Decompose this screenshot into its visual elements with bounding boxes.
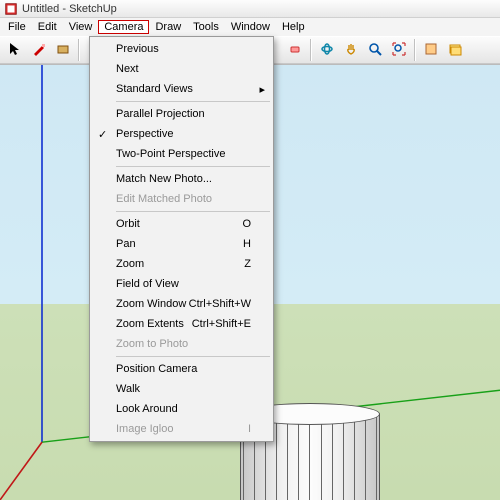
menu-item-label: Position Camera [116, 363, 197, 375]
menu-item-position-camera[interactable]: Position Camera [92, 359, 271, 379]
shortcut: Z [244, 258, 251, 270]
shortcut: I [248, 423, 251, 435]
camera-menu-dropdown: Previous Next Standard Views ▸ Parallel Proj… [89, 36, 274, 442]
pan-icon [344, 42, 358, 59]
titlebar: Untitled - SketchUp [0, 0, 500, 18]
menu-item-label: Zoom [116, 258, 144, 270]
menu-item-label: Pan [116, 238, 136, 250]
app-icon [4, 2, 18, 16]
menu-draw[interactable]: Draw [149, 20, 187, 34]
eraser-icon [288, 42, 302, 59]
window-title: Untitled - SketchUp [22, 3, 117, 15]
model-info-button[interactable] [420, 39, 442, 61]
menu-item-match-new-photo-[interactable]: Match New Photo... [92, 169, 271, 189]
pencil-button[interactable] [28, 39, 50, 61]
menu-item-label: Image Igloo [116, 423, 173, 435]
shortcut: H [243, 238, 251, 250]
menu-item-zoom-window[interactable]: Zoom WindowCtrl+Shift+W [92, 294, 271, 314]
menu-item-label: Previous [116, 43, 159, 55]
menu-item-parallel-projection[interactable]: Parallel Projection [92, 104, 271, 124]
menu-item-label: Standard Views [116, 83, 193, 95]
menu-item-label: Parallel Projection [116, 108, 205, 120]
menu-item-label: Look Around [116, 403, 178, 415]
menu-tools[interactable]: Tools [187, 20, 225, 34]
model-info-icon [424, 42, 438, 59]
menu-item-standard-views[interactable]: Standard Views ▸ [92, 79, 271, 99]
menubar: FileEditViewCameraDrawToolsWindowHelp [0, 18, 500, 36]
menu-item-label: Two-Point Perspective [116, 148, 225, 160]
cursor-button[interactable] [4, 39, 26, 61]
rect-icon [56, 42, 70, 59]
pan-button[interactable] [340, 39, 362, 61]
rect-button[interactable] [52, 39, 74, 61]
menu-camera[interactable]: Camera [98, 20, 149, 34]
menu-edit[interactable]: Edit [32, 20, 63, 34]
menu-item-label: Zoom Window [116, 298, 186, 310]
menu-item-zoom-to-photo: Zoom to Photo [92, 334, 271, 354]
shortcut: Ctrl+Shift+W [189, 298, 251, 310]
layers-button[interactable] [444, 39, 466, 61]
zoom-icon [368, 42, 382, 59]
menu-item-label: Orbit [116, 218, 140, 230]
check-icon: ✓ [98, 128, 107, 141]
menu-item-label: Match New Photo... [116, 173, 212, 185]
orbit-icon [320, 42, 334, 59]
menu-item-zoom[interactable]: Zoom Z [92, 254, 271, 274]
eraser-button[interactable] [284, 39, 306, 61]
zoom-button[interactable] [364, 39, 386, 61]
menu-item-label: Zoom Extents [116, 318, 184, 330]
menu-help[interactable]: Help [276, 20, 311, 34]
layers-icon [448, 42, 462, 59]
menu-item-label: Field of View [116, 278, 179, 290]
menu-item-look-around[interactable]: Look Around [92, 399, 271, 419]
menu-window[interactable]: Window [225, 20, 276, 34]
shortcut: Ctrl+Shift+E [192, 318, 251, 330]
menu-file[interactable]: File [2, 20, 32, 34]
shortcut: O [242, 218, 251, 230]
menu-item-edit-matched-photo: Edit Matched Photo [92, 189, 271, 209]
menu-item-field-of-view[interactable]: Field of View [92, 274, 271, 294]
menu-item-label: Walk [116, 383, 140, 395]
menu-item-label: Perspective [116, 128, 173, 140]
pencil-icon [32, 42, 46, 59]
zoom-extents-icon [392, 42, 406, 59]
submenu-arrow-icon: ▸ [259, 83, 265, 96]
menu-item-label: Edit Matched Photo [116, 193, 212, 205]
menu-item-label: Zoom to Photo [116, 338, 188, 350]
menu-item-two-point-perspective[interactable]: Two-Point Perspective [92, 144, 271, 164]
orbit-button[interactable] [316, 39, 338, 61]
menu-item-pan[interactable]: Pan H [92, 234, 271, 254]
menu-item-image-igloo: Image Igloo I [92, 419, 271, 439]
menu-item-next[interactable]: Next [92, 59, 271, 79]
menu-item-zoom-extents[interactable]: Zoom Extents Ctrl+Shift+E [92, 314, 271, 334]
menu-view[interactable]: View [63, 20, 99, 34]
cursor-icon [8, 42, 22, 59]
menu-item-walk[interactable]: Walk [92, 379, 271, 399]
menu-item-perspective[interactable]: ✓ Perspective [92, 124, 271, 144]
zoom-extents-button[interactable] [388, 39, 410, 61]
menu-item-orbit[interactable]: Orbit O [92, 214, 271, 234]
menu-item-label: Next [116, 63, 139, 75]
menu-item-previous[interactable]: Previous [92, 39, 271, 59]
